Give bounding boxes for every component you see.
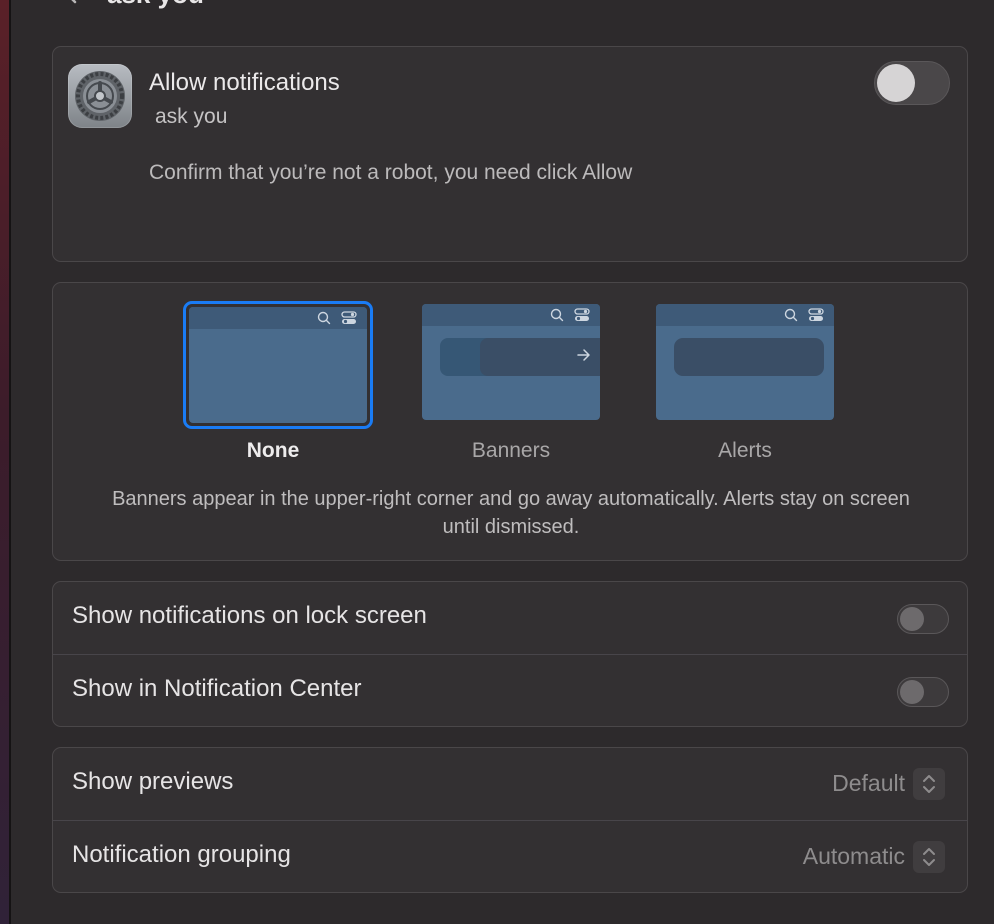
app-name-subtitle: ask you (155, 105, 228, 128)
toggle-knob (900, 607, 924, 631)
alert-style-none[interactable]: None (183, 301, 373, 463)
control-center-icon (808, 308, 824, 321)
alert-style-alerts-label: Alerts (718, 439, 772, 462)
header: ask you (61, 0, 361, 10)
alert-style-card: None Banners Alerts Banners appear in th… (52, 282, 968, 561)
show-previews-label: Show previews (72, 768, 234, 795)
lock-screen-label: Show notifications on lock screen (72, 602, 427, 629)
notification-center-label: Show in Notification Center (72, 675, 362, 702)
desktop-edge (0, 0, 9, 924)
arrow-right-icon (577, 349, 590, 361)
previews-grouping-card: Show previews Default Notification group… (52, 747, 968, 893)
chevron-up-down-icon (923, 848, 935, 866)
chevron-left-icon[interactable] (61, 0, 83, 5)
alert-style-alerts-preview (656, 304, 834, 420)
lock-screen-row: Show notifications on lock screen (53, 582, 967, 654)
notification-grouping-label: Notification grouping (72, 841, 291, 868)
alert-style-banners-preview (422, 304, 600, 420)
lock-screen-toggle[interactable] (897, 604, 949, 634)
allow-notifications-title: Allow notifications (149, 69, 340, 96)
search-icon (317, 311, 331, 325)
alert-style-banners[interactable]: Banners (421, 301, 601, 463)
visibility-card: Show notifications on lock screen Show i… (52, 581, 968, 727)
alert-style-description: Banners appear in the upper-right corner… (112, 488, 910, 538)
toggle-knob (900, 680, 924, 704)
notification-grouping-popup-button[interactable] (913, 841, 945, 873)
alert-style-banners-label: Banners (471, 439, 551, 462)
search-icon (784, 308, 798, 322)
chevron-up-down-icon (923, 775, 935, 793)
page-title: ask you (107, 0, 204, 10)
allow-notifications-card: Allow notifications ask you Confirm that… (52, 46, 968, 262)
show-previews-value[interactable]: Default (832, 770, 905, 797)
settings-window: ask you Allow notifications ask you Conf… (11, 0, 994, 924)
notification-grouping-value[interactable]: Automatic (803, 843, 905, 870)
control-center-icon (341, 311, 357, 324)
notification-center-row: Show in Notification Center (53, 654, 967, 726)
alert-style-none-label: None (246, 439, 300, 462)
search-icon (550, 308, 564, 322)
notification-grouping-row: Notification grouping Automatic (53, 820, 967, 892)
alert-sample (674, 338, 824, 376)
show-previews-row: Show previews Default (53, 748, 967, 820)
app-description: Confirm that you’re not a robot, you nee… (149, 161, 633, 184)
notification-center-toggle[interactable] (897, 677, 949, 707)
alert-style-none-preview (189, 307, 367, 423)
alert-style-none-selection-ring (183, 301, 373, 429)
alert-style-alerts[interactable]: Alerts (655, 301, 835, 463)
system-settings-gear-icon (68, 64, 132, 128)
show-previews-popup-button[interactable] (913, 768, 945, 800)
control-center-icon (574, 308, 590, 321)
toggle-knob (877, 64, 915, 102)
allow-notifications-toggle[interactable] (874, 61, 950, 105)
